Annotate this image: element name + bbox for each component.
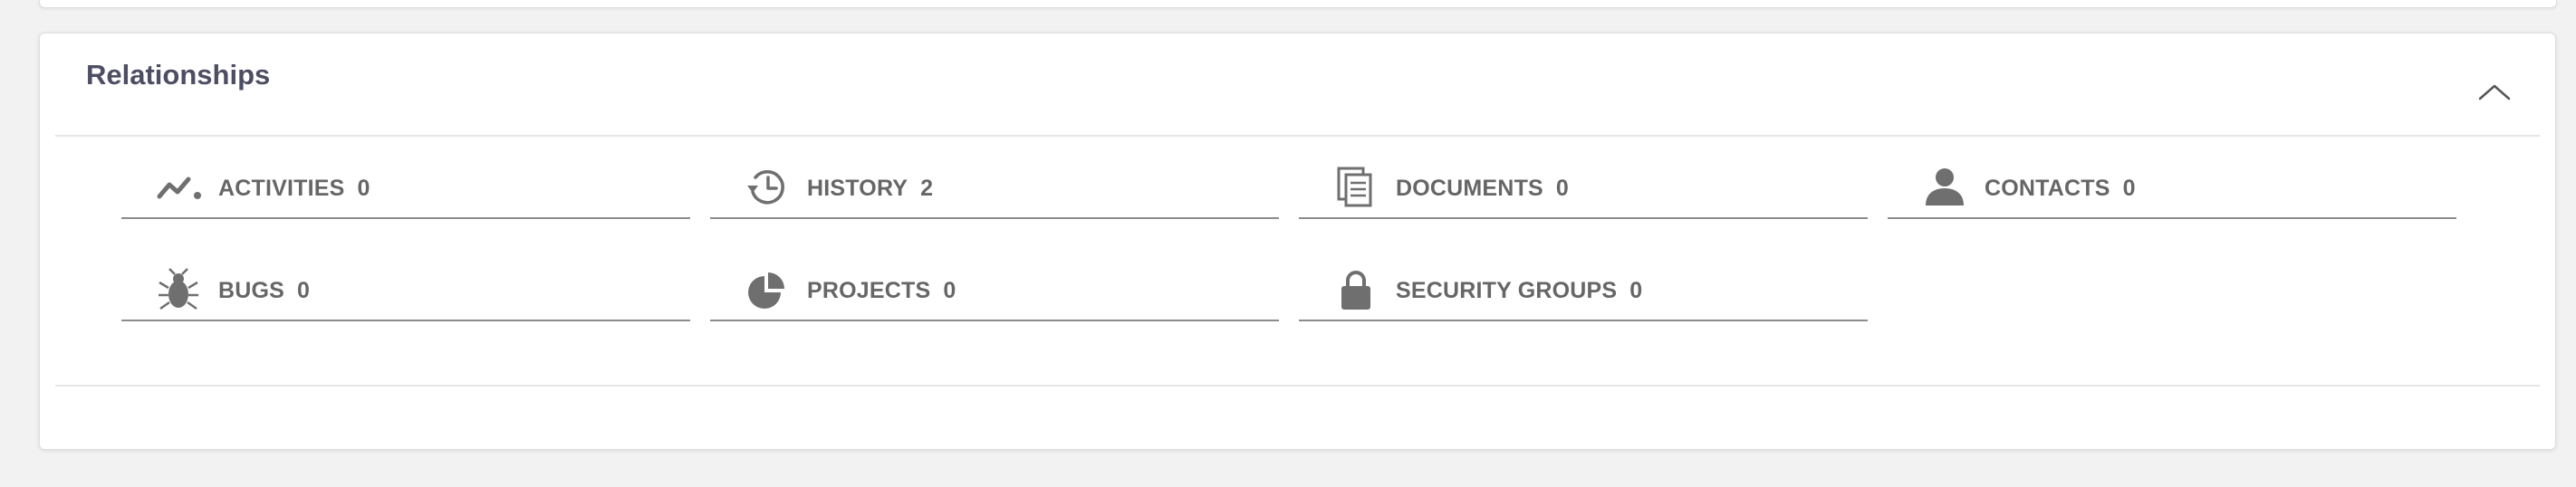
activities-icon <box>156 166 201 209</box>
relationship-label: SECURITY GROUPS 0 <box>1396 278 1643 303</box>
relationship-count: 0 <box>357 176 370 201</box>
relationship-count: 2 <box>920 176 934 201</box>
footer-divider <box>55 385 2540 387</box>
relationship-label: CONTACTS 0 <box>1985 176 2136 201</box>
relationship-count: 0 <box>943 278 956 303</box>
relationship-count: 0 <box>2122 176 2136 201</box>
relationship-count: 0 <box>297 278 311 303</box>
contact-person-icon <box>1922 166 1967 209</box>
pie-chart-icon <box>745 268 790 311</box>
relationship-label: DOCUMENTS 0 <box>1396 176 1570 201</box>
documents-icon <box>1333 166 1379 209</box>
header-divider <box>55 135 2540 137</box>
history-icon <box>745 166 790 209</box>
relationship-label: ACTIVITIES 0 <box>218 176 370 201</box>
chevron-up-icon <box>2478 84 2511 100</box>
relationship-activities[interactable]: ACTIVITIES 0 <box>121 159 690 219</box>
previous-panel-bottom <box>39 0 2557 8</box>
bug-icon <box>156 268 201 311</box>
collapse-toggle-button[interactable] <box>2467 70 2522 113</box>
lock-icon <box>1333 268 1379 311</box>
relationship-documents[interactable]: DOCUMENTS 0 <box>1299 159 1868 219</box>
relationship-history[interactable]: HISTORY 2 <box>710 159 1279 219</box>
relationship-label: PROJECTS 0 <box>807 278 956 303</box>
relationship-projects[interactable]: PROJECTS 0 <box>710 262 1279 321</box>
relationship-count: 0 <box>1629 278 1643 303</box>
relationship-label: HISTORY 2 <box>807 176 934 201</box>
relationship-contacts[interactable]: CONTACTS 0 <box>1888 159 2456 219</box>
relationship-bugs[interactable]: BUGS 0 <box>121 262 690 321</box>
relationships-panel: Relationships ACTIVITIES 0 HISTORY 2 DOC… <box>39 33 2556 450</box>
relationship-security-groups[interactable]: SECURITY GROUPS 0 <box>1299 262 1868 321</box>
relationship-label: BUGS 0 <box>218 278 311 303</box>
relationship-count: 0 <box>1555 176 1570 201</box>
panel-title: Relationships <box>86 59 271 91</box>
